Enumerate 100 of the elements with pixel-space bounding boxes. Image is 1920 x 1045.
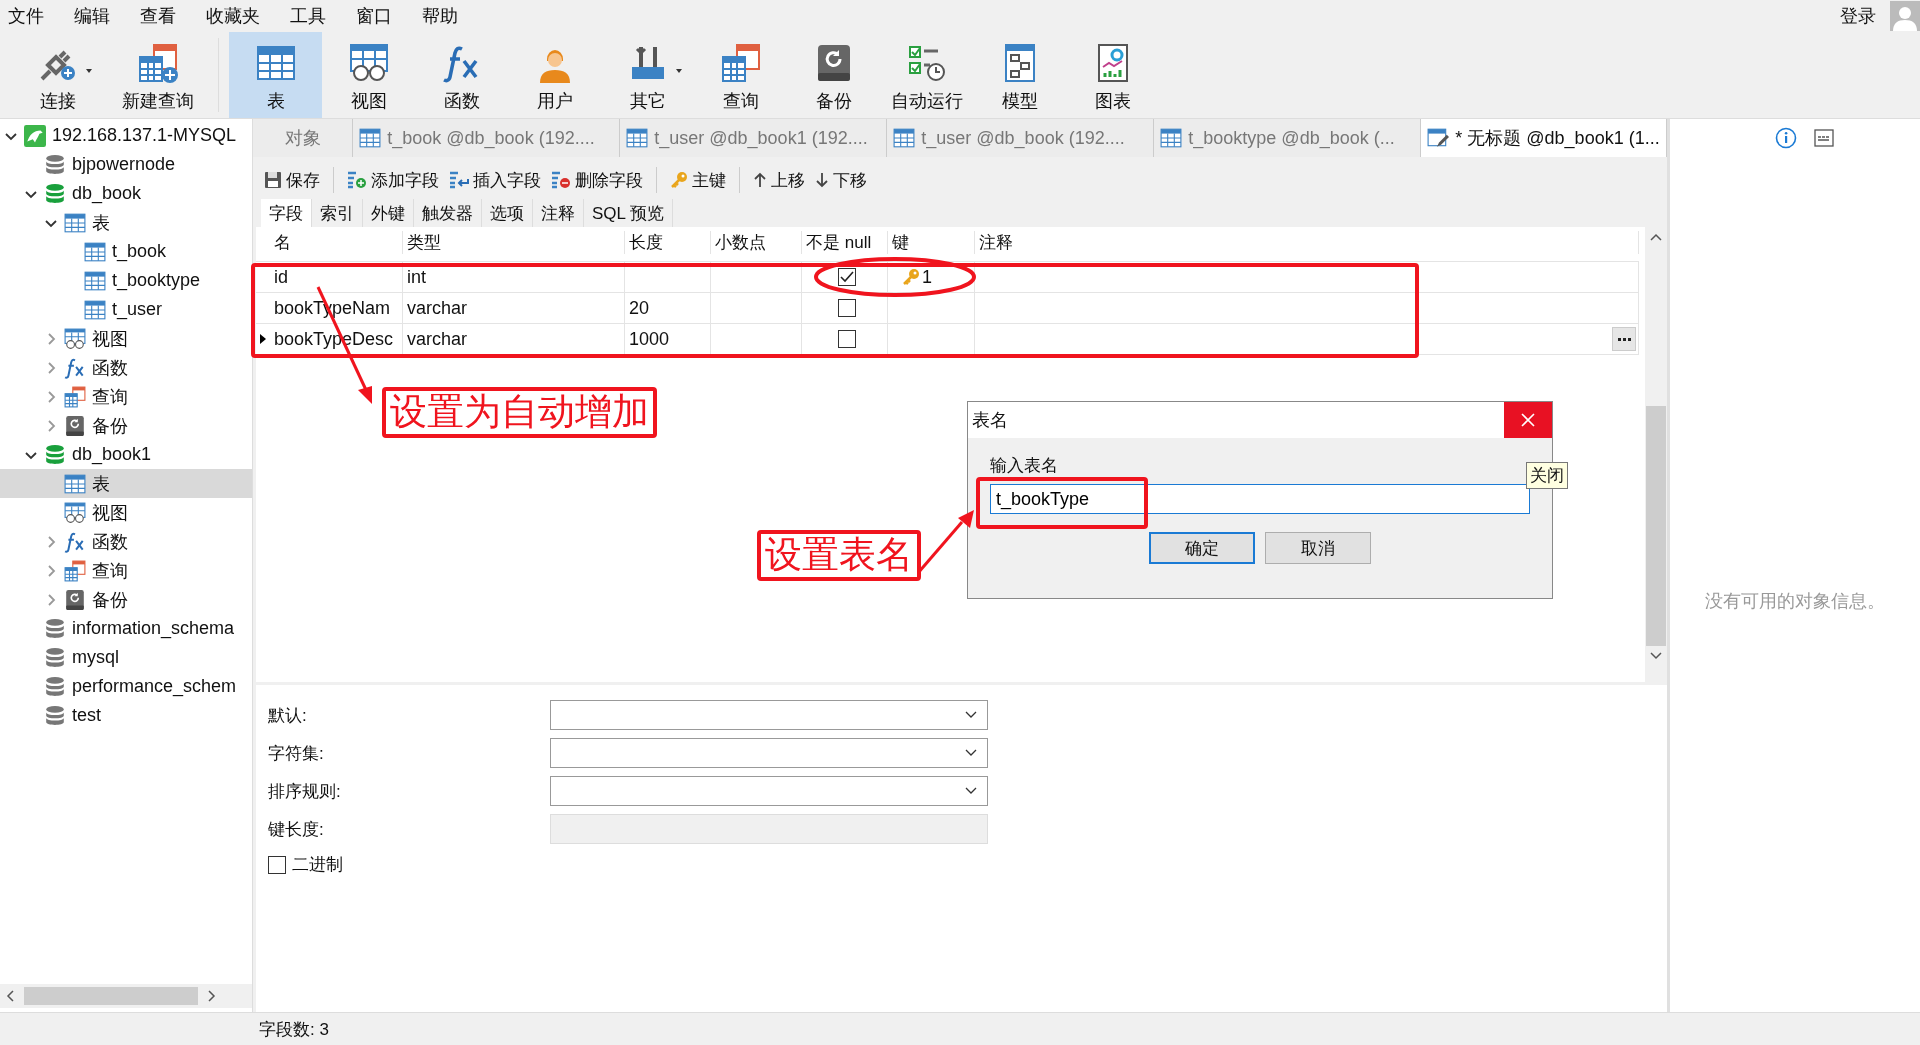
toolbar-button[interactable]: 用户 [508, 32, 601, 118]
tree-item[interactable]: t_booktype [0, 266, 252, 295]
toolbar-button[interactable]: 主键 [667, 165, 729, 195]
chevron-down-icon [965, 749, 977, 757]
toolbar-button[interactable]: 表 [229, 32, 322, 118]
toolbar-button[interactable]: 其它 [601, 32, 694, 118]
tree-item[interactable]: t_book [0, 237, 252, 266]
scroll-up-icon[interactable] [1650, 233, 1662, 241]
tab[interactable]: 字段 [261, 199, 312, 227]
tree-item[interactable]: 查询 [0, 556, 252, 585]
column-header[interactable]: 不是 null [802, 231, 888, 254]
toolbar-button[interactable]: 添加字段 [344, 165, 442, 195]
menu-item[interactable]: 帮助 [420, 4, 472, 28]
tree-item[interactable]: 备份 [0, 411, 252, 440]
field-label: 默认: [268, 704, 308, 727]
menu-item[interactable]: 编辑 [72, 4, 124, 28]
table-icon [64, 211, 86, 234]
column-header[interactable]: 长度 [625, 231, 711, 254]
toolbar-button[interactable]: 连接 [8, 32, 108, 118]
menu-item[interactable]: 收藏夹 [204, 4, 274, 28]
tree-item[interactable]: information_schema [0, 614, 252, 643]
tree-item[interactable]: bjpowernode [0, 150, 252, 179]
tree-item[interactable]: t_user [0, 295, 252, 324]
toolbar-button[interactable]: 查询 [694, 32, 787, 118]
toolbar-button[interactable]: 模型 [973, 32, 1066, 118]
tree-item[interactable]: 视图 [0, 498, 252, 527]
column-header[interactable]: 键 [888, 231, 975, 254]
column-header[interactable]: 小数点 [711, 231, 802, 254]
tab[interactable]: t_book @db_book (192.... [353, 119, 621, 157]
checkbox[interactable] [268, 855, 286, 874]
tree-item[interactable]: db_book1 [0, 440, 252, 469]
tree-item[interactable]: 192.168.137.1-MYSQL [0, 121, 252, 150]
dropdown-field[interactable] [550, 700, 988, 730]
tab[interactable]: 对象 [253, 119, 354, 157]
tree-item[interactable]: 表 [0, 208, 252, 237]
toolbar-button[interactable]: 图表 [1066, 32, 1159, 118]
column-header[interactable]: 注释 [975, 231, 1639, 254]
login-link[interactable]: 登录 [1840, 4, 1876, 28]
toolbar-button[interactable]: 备份 [787, 32, 880, 118]
toolbar-button[interactable]: 上移 [750, 165, 808, 195]
checkbox[interactable] [837, 330, 856, 348]
input-field[interactable]: t_bookType [990, 484, 1530, 514]
dropdown-field[interactable] [550, 776, 988, 806]
horizontal-scrollbar[interactable] [0, 984, 252, 1008]
tree-item[interactable]: db_book [0, 179, 252, 208]
input-field[interactable] [550, 814, 988, 844]
tree-item[interactable]: 函数 [0, 527, 252, 556]
table-glasses-icon [64, 501, 86, 524]
document-icon[interactable] [1813, 127, 1835, 149]
vertical-scrollbar[interactable] [1645, 227, 1667, 682]
dialog-button[interactable]: 取消 [1265, 532, 1371, 564]
tree-item[interactable]: 视图 [0, 324, 252, 353]
more-icon[interactable] [1612, 327, 1636, 351]
expand-icon[interactable] [45, 390, 57, 403]
toolbar-button[interactable]: 下移 [812, 165, 870, 195]
table-icon [84, 298, 106, 321]
toolbar-button[interactable]: 删除字段 [548, 165, 646, 195]
expand-icon[interactable] [45, 419, 57, 432]
tree-item[interactable]: performance_schem [0, 672, 252, 701]
menu-item[interactable]: 文件 [6, 4, 58, 28]
toolbar-button[interactable]: 新建查询 [108, 32, 208, 118]
database-icon [44, 646, 66, 669]
menu-item[interactable]: 工具 [288, 4, 340, 28]
expand-icon[interactable] [45, 332, 57, 345]
tree-item[interactable]: 备份 [0, 585, 252, 614]
tree-item[interactable]: mysql [0, 643, 252, 672]
table-cell: 20 [629, 297, 650, 319]
info-icon[interactable] [1775, 127, 1797, 149]
column-header[interactable]: 类型 [403, 231, 625, 254]
tab[interactable]: * 无标题 @db_book1 (1... [1421, 119, 1667, 157]
table-icon [359, 127, 382, 149]
dropdown-field[interactable] [550, 738, 988, 768]
checkbox[interactable] [837, 299, 856, 317]
expand-icon[interactable] [45, 535, 57, 548]
expand-icon[interactable] [45, 361, 57, 374]
toolbar-button[interactable]: 函数 [415, 32, 508, 118]
tab[interactable]: t_user @db_book (192.... [887, 119, 1155, 157]
scroll-right-icon[interactable] [206, 990, 216, 1002]
column-header[interactable]: 名 [270, 231, 403, 254]
toolbar-button[interactable]: 视图 [322, 32, 415, 118]
dialog-button[interactable]: 确定 [1149, 532, 1255, 564]
close-button[interactable] [1504, 402, 1552, 438]
tree-item[interactable]: 函数 [0, 353, 252, 382]
scroll-down-icon[interactable] [1650, 652, 1662, 660]
tree-item[interactable]: test [0, 701, 252, 730]
field-label: 输入表名 [990, 455, 1059, 474]
menu-item[interactable]: 窗口 [354, 4, 406, 28]
tab[interactable]: t_booktype @db_book (... [1154, 119, 1422, 157]
tree-item[interactable]: 查询 [0, 382, 252, 411]
expand-icon[interactable] [45, 564, 57, 577]
menu-item[interactable]: 查看 [138, 4, 190, 28]
tab[interactable]: t_user @db_book1 (192.... [620, 119, 888, 157]
toolbar-button[interactable]: 插入字段 [446, 165, 544, 195]
scroll-left-icon[interactable] [6, 990, 16, 1002]
toolbar-button[interactable]: 自动运行 [880, 32, 973, 118]
expand-icon[interactable] [45, 593, 57, 606]
toolbar-button[interactable]: 保存 [261, 165, 323, 195]
tree-item[interactable]: 表 [0, 469, 252, 498]
table-cell: varchar [403, 293, 625, 323]
checkbox[interactable] [837, 268, 856, 286]
